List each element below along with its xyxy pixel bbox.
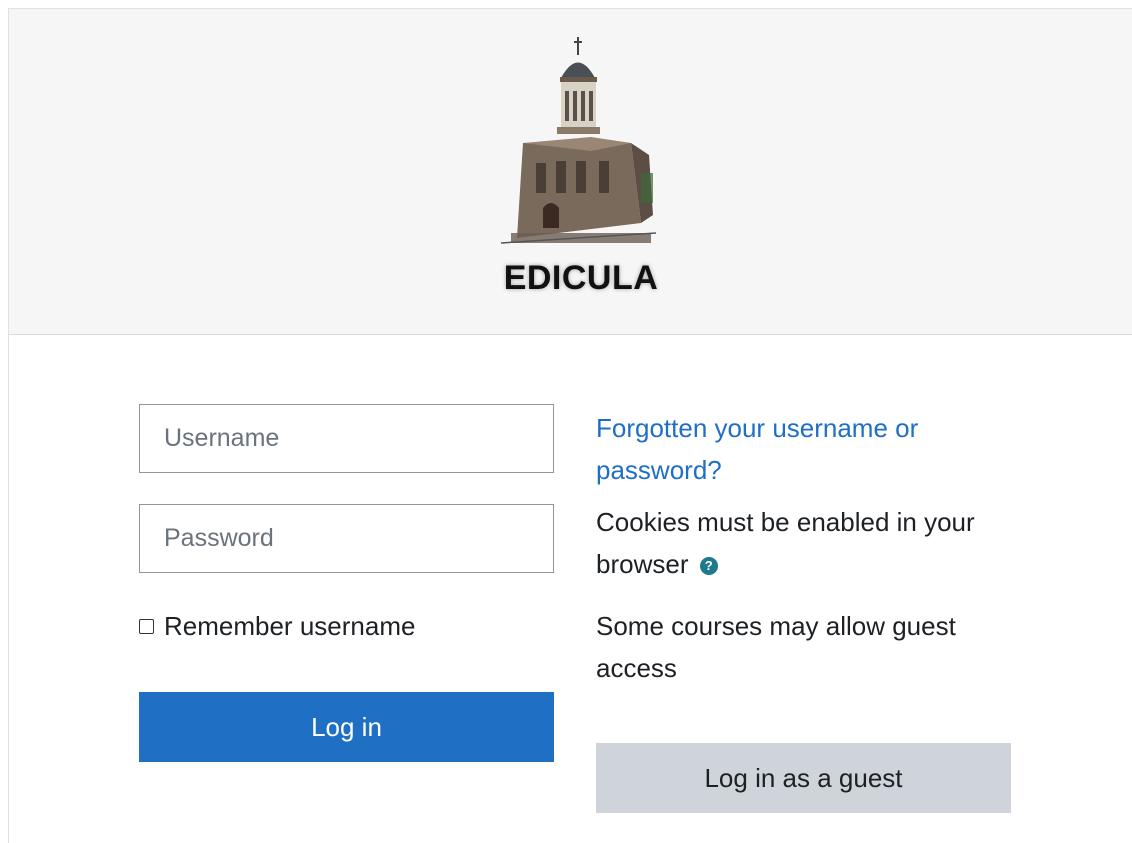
login-page: EDICULA Remember username Log in Forgott… [8, 8, 1132, 843]
forgot-password-link[interactable]: Forgotten your username or password? [596, 407, 1016, 491]
username-input[interactable] [139, 404, 554, 473]
site-logo: EDICULA [481, 33, 681, 313]
page-header: EDICULA [9, 9, 1132, 335]
login-button[interactable]: Log in [139, 692, 554, 762]
guest-login-button[interactable]: Log in as a guest [596, 743, 1011, 813]
question-circle-icon[interactable]: ? [699, 557, 718, 576]
logo-text: EDICULA [503, 259, 659, 297]
cookies-text: Cookies must be enabled in your browser [596, 507, 975, 579]
remember-label: Remember username [164, 610, 416, 641]
login-info-panel: Forgotten your username or password? Coo… [596, 407, 1016, 689]
password-input[interactable] [139, 504, 554, 573]
edicula-building-image [500, 37, 657, 244]
guest-access-text: Some courses may allow guest access [596, 611, 956, 683]
cookies-notice: Cookies must be enabled in your browser … [596, 501, 1016, 585]
remember-username[interactable]: Remember username [139, 609, 415, 643]
remember-checkbox[interactable] [139, 618, 154, 634]
